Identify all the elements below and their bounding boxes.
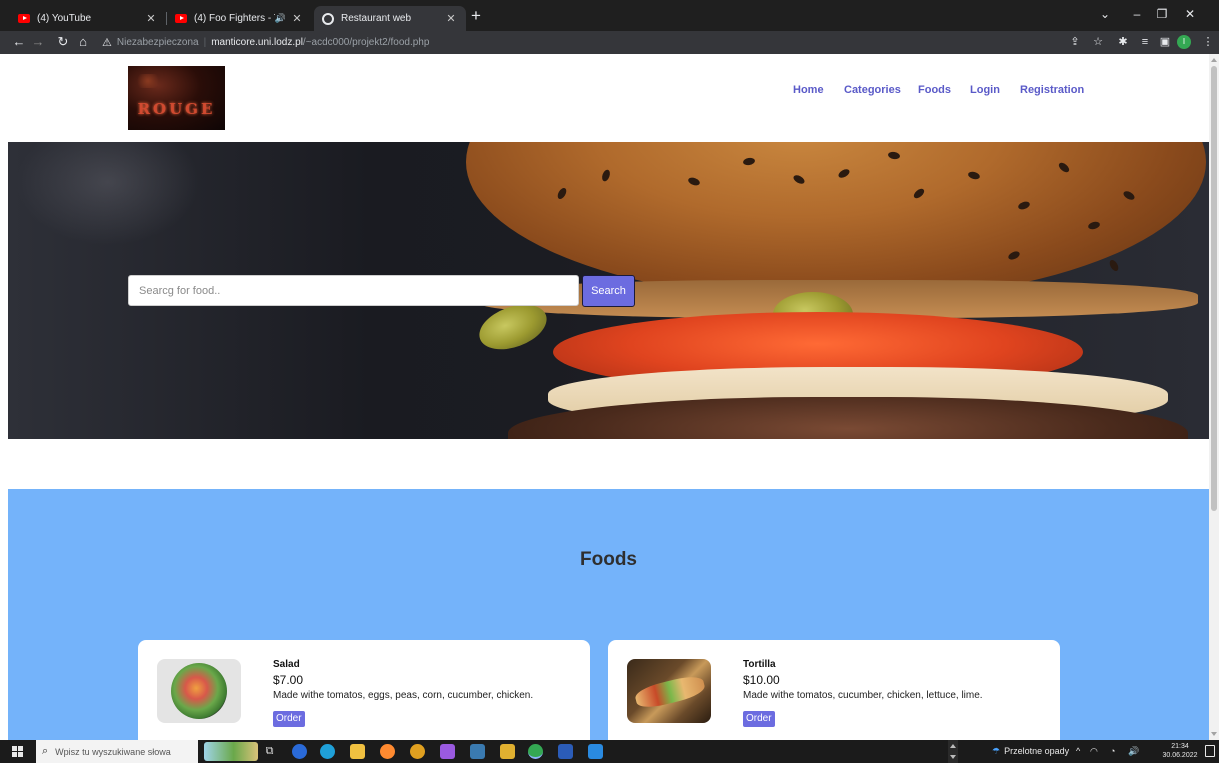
new-tab-button[interactable]: + (471, 7, 481, 24)
tab-title: (4) Foo Fighters - The Preten (194, 13, 275, 24)
nav-login[interactable]: Login (970, 84, 1000, 96)
taskbar-scroll[interactable] (948, 740, 958, 763)
food-card-salad: Salad $7.00 Made withe tomatos, eggs, pe… (138, 640, 590, 740)
order-button[interactable]: Order (273, 711, 305, 727)
close-icon[interactable]: ✕ (444, 12, 458, 25)
scroll-down-icon[interactable] (950, 755, 956, 759)
tab-youtube[interactable]: (4) YouTube ✕ (10, 6, 166, 31)
scroll-up-icon[interactable] (950, 744, 956, 748)
tray-chevron-icon[interactable]: ^ (1076, 745, 1080, 757)
tortilla-image (627, 659, 711, 723)
taskbar-search-placeholder: Wpisz tu wyszukiwane słowa (55, 746, 171, 757)
side-panel-icon[interactable]: ▣ (1157, 35, 1173, 49)
close-icon[interactable]: ✕ (144, 12, 158, 25)
browser-toolbar: ← → ↻ ⌂ ⚠ Niezabezpieczona | manticore.u… (0, 31, 1219, 54)
wifi-icon[interactable]: ◔ (1110, 745, 1115, 757)
section-title: Foods (580, 549, 637, 570)
visual-studio-icon[interactable] (440, 744, 455, 759)
tab-title: (4) YouTube (37, 13, 92, 24)
nav-categories[interactable]: Categories (844, 84, 901, 96)
home-button[interactable]: ⌂ (74, 34, 92, 50)
search-highlight-image (204, 742, 258, 761)
restore-button[interactable]: ❐ (1153, 8, 1171, 20)
foods-section: Foods Salad $7.00 Made withe tomatos, eg… (8, 489, 1209, 740)
logo-text: ROUGE (137, 100, 216, 118)
window-close-button[interactable]: ✕ (1181, 8, 1199, 20)
page-viewport: ROUGE Home Categories Foods Login Regist… (0, 54, 1209, 740)
food-card-tortilla: Tortilla $10.00 Made withe tomatos, cucu… (608, 640, 1060, 740)
bookmark-star-icon[interactable]: ☆ (1090, 35, 1106, 49)
taskbar-search-box[interactable]: ⌕ Wpisz tu wyszukiwane słowa (36, 740, 258, 763)
windows-start-icon[interactable] (12, 746, 23, 757)
search-button[interactable]: Search (582, 275, 635, 307)
tab-strip: (4) YouTube ✕ (4) Foo Fighters - The Pre… (0, 0, 1219, 31)
app-icon[interactable] (470, 744, 485, 759)
address-bar[interactable]: ⚠ Niezabezpieczona | manticore.uni.lodz.… (96, 33, 1116, 52)
security-label: Niezabezpieczona (116, 37, 199, 48)
scroll-up-icon[interactable] (1211, 58, 1217, 62)
umbrella-icon: ☂ (992, 746, 1001, 756)
app-icon[interactable] (292, 744, 307, 759)
site-logo[interactable]: ROUGE (128, 66, 225, 130)
food-description: Made withe tomatos, eggs, peas, corn, cu… (273, 690, 534, 701)
youtube-icon (18, 14, 30, 23)
vscode-icon[interactable] (588, 744, 603, 759)
order-button[interactable]: Order (743, 711, 775, 727)
reading-list-icon[interactable]: ≡ (1137, 35, 1153, 49)
tab-foo-fighters[interactable]: (4) Foo Fighters - The Preten 🔊 ✕ (167, 6, 312, 31)
file-explorer-icon[interactable] (350, 744, 365, 759)
scrollbar-thumb[interactable] (1211, 66, 1217, 511)
notification-icon[interactable] (1205, 745, 1215, 757)
nav-home[interactable]: Home (793, 84, 824, 96)
speaker-icon[interactable]: 🔊 (275, 13, 286, 24)
close-icon[interactable]: ✕ (290, 12, 304, 25)
url-host: manticore.uni.lodz.pl (211, 37, 303, 48)
warning-icon[interactable]: ⚠ (102, 36, 112, 49)
divider: | (203, 37, 207, 48)
clock-time: 21:34 (1171, 743, 1189, 750)
food-name: Salad (273, 659, 300, 670)
minimize-button[interactable]: – (1128, 8, 1146, 20)
forward-button[interactable]: → (29, 34, 47, 50)
volume-icon[interactable]: 🔊 (1128, 745, 1139, 757)
nav-foods[interactable]: Foods (918, 84, 951, 96)
tab-title: Restaurant web (341, 13, 412, 24)
menu-icon[interactable]: ⋮ (1200, 35, 1216, 49)
youtube-icon (175, 14, 187, 23)
taskbar: ⌕ Wpisz tu wyszukiwane słowa ⧉ ☂ Przelotn… (0, 740, 1219, 763)
search-input[interactable] (128, 275, 579, 306)
nav-registration[interactable]: Registration (1020, 84, 1084, 96)
food-price: $7.00 (273, 673, 304, 687)
edge-icon[interactable] (320, 744, 335, 759)
salad-image (157, 659, 241, 723)
profile-avatar[interactable]: I (1177, 35, 1191, 49)
food-price: $10.00 (743, 673, 780, 687)
food-name: Tortilla (743, 659, 776, 670)
network-icon[interactable]: ◠ (1090, 745, 1098, 757)
search-icon: ⌕ (42, 745, 49, 757)
globe-icon (322, 12, 334, 25)
tab-restaurant-web[interactable]: Restaurant web ✕ (314, 6, 466, 31)
app-icon[interactable] (500, 744, 515, 759)
share-icon[interactable]: ⇪ (1067, 35, 1083, 49)
reload-button[interactable]: ↻ (54, 34, 72, 50)
chrome-icon[interactable] (528, 744, 543, 759)
tab-search-icon[interactable]: ⌄ (1096, 8, 1114, 20)
weather-text: Przelotne opady (1004, 746, 1070, 756)
sesame-seed (1107, 258, 1121, 273)
food-description: Made withe tomatos, cucumber, chicken, l… (743, 690, 983, 701)
firefox-icon[interactable] (380, 744, 395, 759)
clock[interactable]: 21:34 30.06.2022 (1160, 742, 1200, 760)
scroll-down-icon[interactable] (1211, 732, 1217, 736)
page-scrollbar[interactable] (1209, 54, 1219, 740)
url-path: /~acdc000/projekt2/food.php (302, 37, 430, 48)
clock-date: 30.06.2022 (1162, 752, 1198, 759)
back-button[interactable]: ← (10, 34, 28, 50)
word-icon[interactable] (558, 744, 573, 759)
weather-widget[interactable]: ☂ Przelotne opady (992, 746, 1069, 757)
chrome-canary-icon[interactable] (410, 744, 425, 759)
task-view-icon[interactable]: ⧉ (262, 744, 277, 759)
extensions-icon[interactable]: ✱ (1115, 35, 1131, 49)
